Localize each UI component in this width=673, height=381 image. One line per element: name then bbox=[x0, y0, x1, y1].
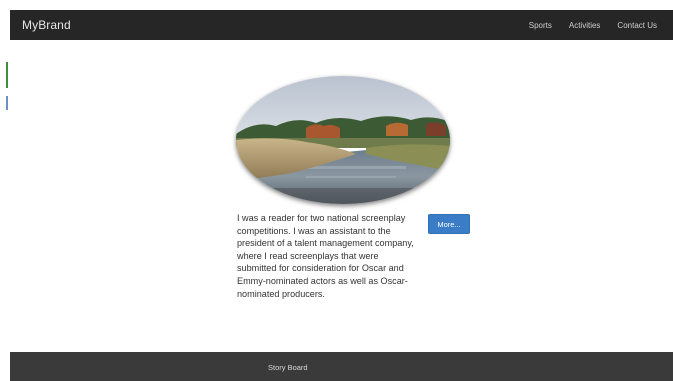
brand-logo[interactable]: MyBrand bbox=[22, 18, 71, 32]
landscape-photo bbox=[236, 76, 450, 204]
nav-link-activities[interactable]: Activities bbox=[569, 21, 601, 30]
nav-link-sports[interactable]: Sports bbox=[529, 21, 552, 30]
footer: Story Board bbox=[10, 352, 673, 381]
footer-text: Story Board bbox=[268, 363, 308, 372]
hero-image bbox=[236, 76, 450, 204]
left-edge-artifact bbox=[6, 62, 8, 88]
nav-links: Sports Activities Contact Us bbox=[529, 21, 661, 30]
bio-paragraph: I was a reader for two national screenpl… bbox=[237, 213, 414, 299]
more-button[interactable]: More... bbox=[428, 214, 470, 234]
page: MyBrand Sports Activities Contact Us I w… bbox=[0, 0, 673, 381]
left-edge-artifact bbox=[6, 96, 8, 110]
top-navbar: MyBrand Sports Activities Contact Us bbox=[10, 10, 673, 40]
nav-link-contact-us[interactable]: Contact Us bbox=[617, 21, 657, 30]
